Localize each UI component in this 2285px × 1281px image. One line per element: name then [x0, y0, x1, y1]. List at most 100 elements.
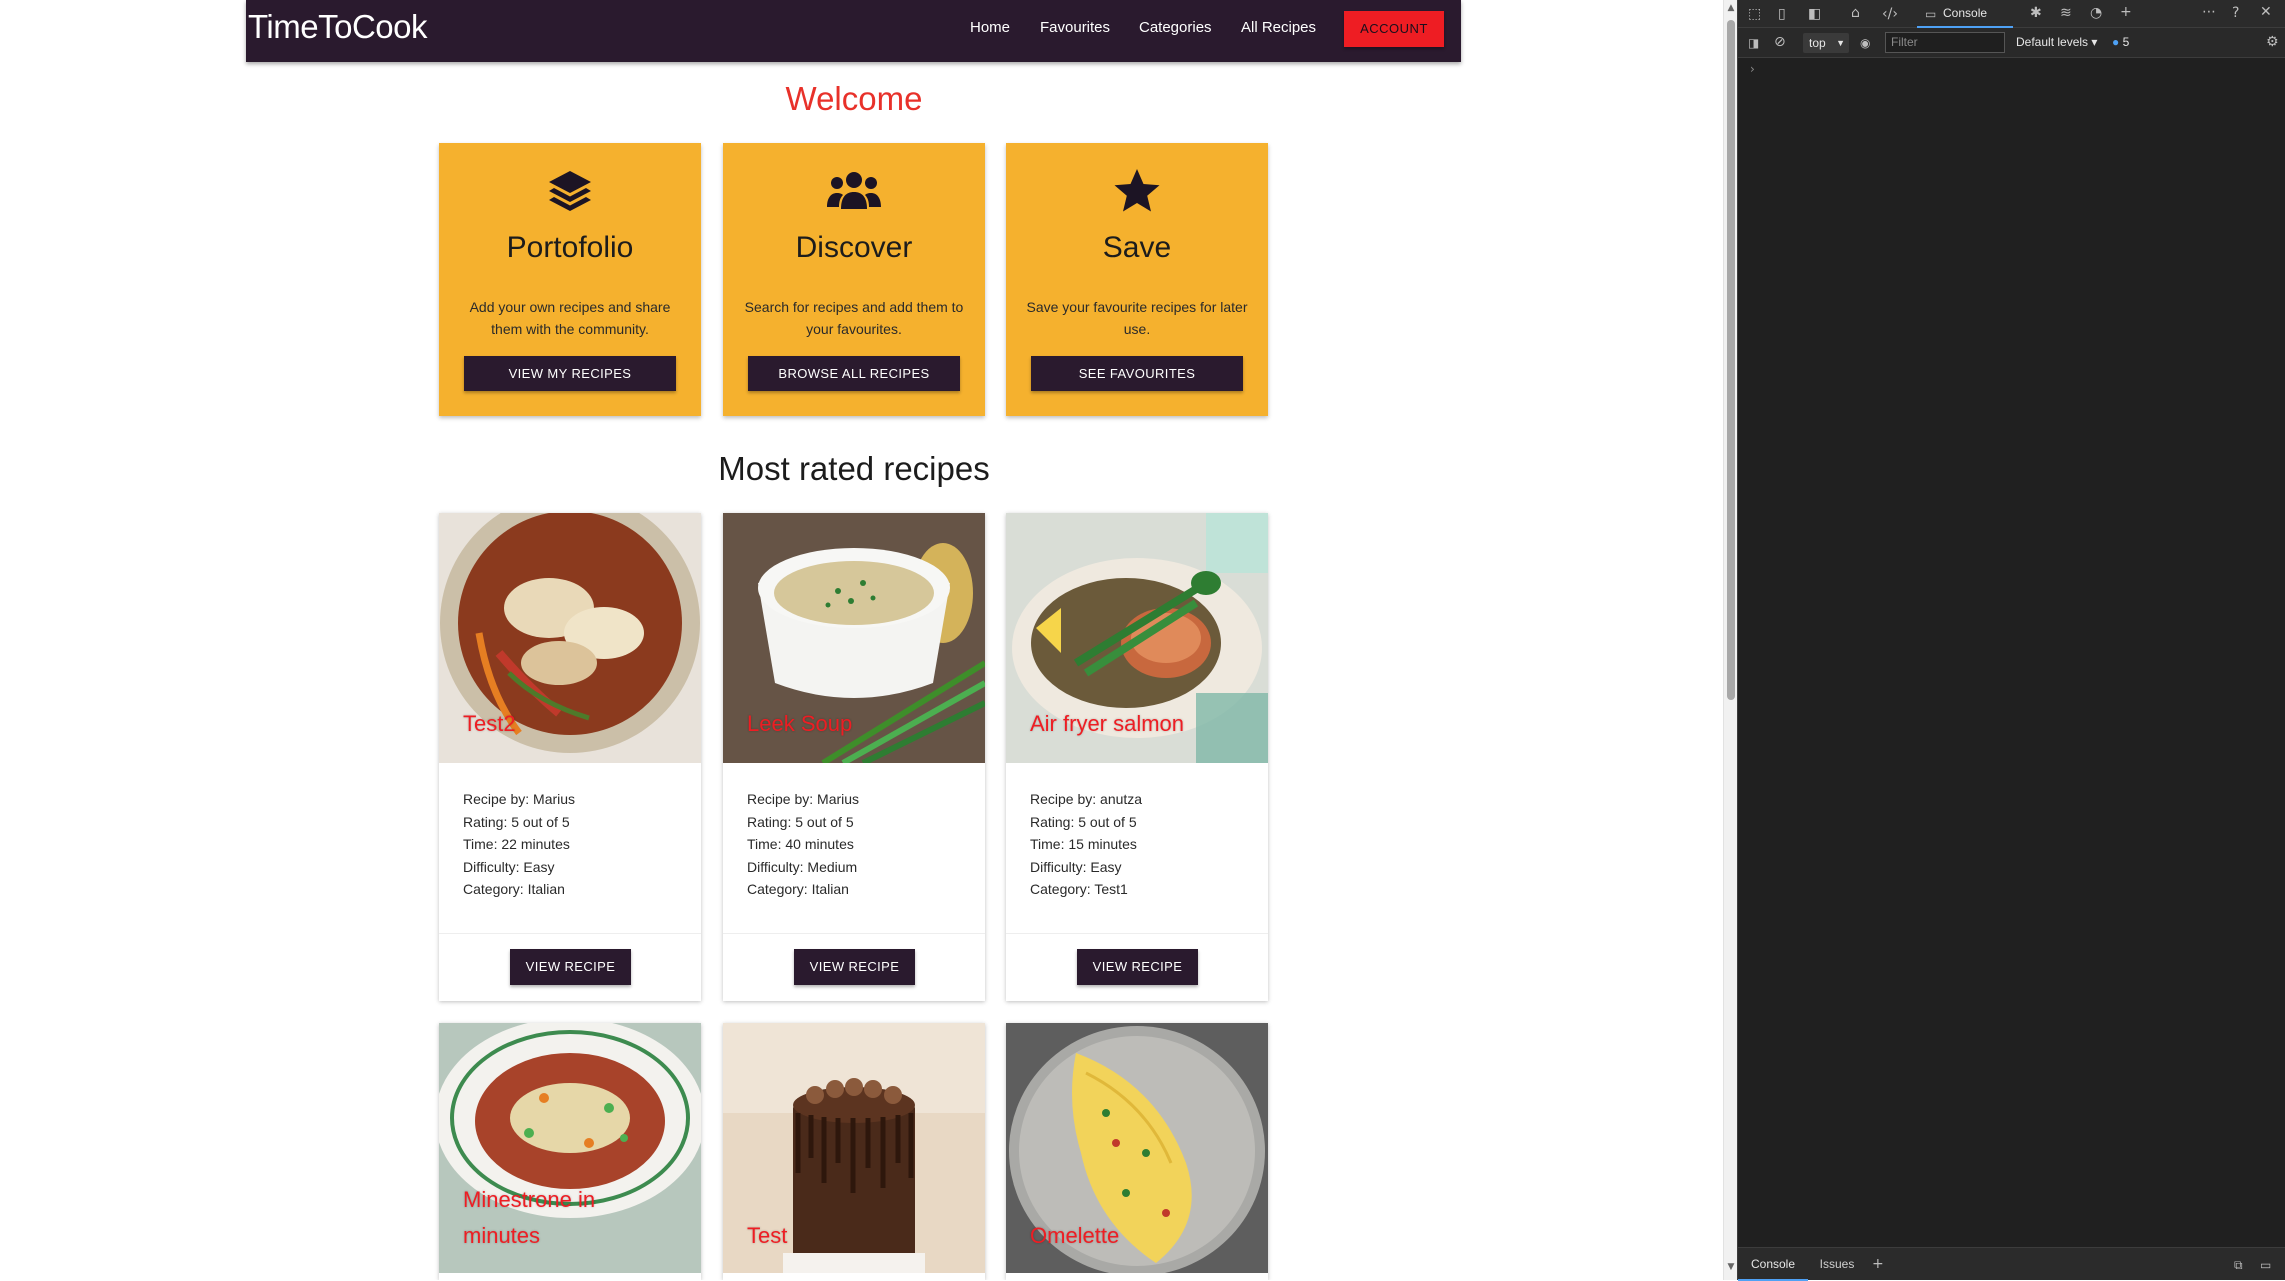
feature-card-portofolio: Portofolio Add your own recipes and shar… [439, 143, 701, 416]
bug-icon[interactable]: ✱ [2030, 6, 2042, 20]
recipe-difficulty: Difficulty: Medium [747, 858, 858, 875]
card-divider [439, 933, 701, 934]
drawer-tab-issues[interactable]: Issues [1812, 1248, 1862, 1281]
recipe-card: Omelette [1006, 1023, 1268, 1280]
tab-console[interactable]: ▭ Console [1917, 0, 2013, 28]
nav-all-recipes-link[interactable]: All Recipes [1241, 19, 1316, 36]
recipe-card: Air fryer salmon Recipe by: anutza Ratin… [1006, 513, 1268, 1001]
view-recipe-button[interactable]: VIEW RECIPE [794, 949, 915, 985]
help-icon[interactable]: ? [2232, 6, 2239, 20]
recipe-card: Test2 Recipe by: Marius Rating: 5 out of… [439, 513, 701, 1001]
recipe-time: Time: 15 minutes [1030, 836, 1137, 852]
console-prompt-icon[interactable]: › [1750, 62, 1755, 76]
sidebar-toggle-icon[interactable]: ◨ [1748, 36, 1759, 50]
recipe-rating: Rating: 5 out of 5 [747, 813, 854, 830]
settings-gear-icon[interactable]: ⚙ [2266, 35, 2279, 49]
log-levels-dropdown[interactable]: Default levels ▾ [2016, 35, 2097, 49]
message-count: 5 [2122, 35, 2130, 49]
performance-icon[interactable]: ◔ [2090, 6, 2102, 20]
recipe-category: Category: Italian [463, 881, 565, 897]
recipe-title: Air fryer salmon [1030, 711, 1185, 736]
console-toolbar: ◨ ⊘ top ▼ ◉ Filter Default levels ▾ ● 5 … [1738, 28, 2285, 58]
more-options-icon[interactable]: ⋯ [2202, 5, 2216, 19]
message-icon: ● [2112, 35, 2120, 49]
close-icon[interactable]: ✕ [2260, 5, 2272, 19]
dock-icon[interactable]: ◧ [1808, 7, 1821, 21]
recipe-info: Recipe by: Marius Rating: 5 out of 5 Tim… [747, 788, 859, 901]
recipe-card: Test [723, 1023, 985, 1280]
view-recipe-button[interactable]: VIEW RECIPE [510, 949, 631, 985]
recipe-info: Recipe by: Marius Rating: 5 out of 5 Tim… [463, 788, 575, 901]
recipe-category: Category: Test1 [1030, 881, 1128, 897]
feature-card-save: Save Save your favourite recipes for lat… [1006, 143, 1268, 416]
account-button[interactable]: ACCOUNT [1344, 11, 1444, 47]
drawer-tabbar: Console Issues + ⧉ ▭ [1738, 1247, 2285, 1281]
tab-console-label: Console [1943, 6, 1988, 20]
welcome-heading: Welcome [785, 80, 923, 117]
recipe-difficulty: Difficulty: Easy [1030, 858, 1122, 875]
console-icon: ▭ [1925, 7, 1937, 21]
brand-logo[interactable]: TimeToCook [248, 8, 428, 46]
card-divider [723, 933, 985, 934]
recipe-title: Test [747, 1223, 788, 1248]
page-scrollbar[interactable]: ▲ ▼ [1723, 0, 1737, 1280]
recipe-card: Leek Soup Recipe by: Marius Rating: 5 ou… [723, 513, 985, 1001]
recipe-card: Minestrone in minutes [439, 1023, 701, 1280]
nav-favourites-link[interactable]: Favourites [1040, 19, 1110, 36]
clear-console-icon[interactable]: ⊘ [1774, 35, 1786, 49]
drawer-tab-console[interactable]: Console [1738, 1248, 1808, 1281]
most-rated-heading: Most rated recipes [718, 450, 990, 487]
navbar: TimeToCook Home Favourites Categories Al… [246, 0, 1461, 62]
recipe-title: Leek Soup [747, 711, 853, 736]
feature-title: Save [1102, 231, 1172, 264]
feature-description: Add your own recipes and share them with… [469, 299, 671, 337]
device-emulation-icon[interactable]: ▯ [1778, 7, 1786, 21]
context-select[interactable]: top ▼ [1803, 33, 1849, 53]
dock-drawer-icon[interactable]: ⧉ [2234, 1258, 2243, 1272]
nav-categories-link[interactable]: Categories [1139, 19, 1212, 36]
recipe-difficulty: Difficulty: Easy [463, 858, 555, 875]
devtools-panel: ⬚ ▯ ◧ ⌂ ‹/› ▭ Console ✱ ≋ ◔ + ⋯ ? ✕ ◨ ⊘ … [1737, 0, 2285, 1281]
recipe-author: Recipe by: Marius [747, 791, 860, 807]
log-levels-label: Default levels [2016, 35, 2089, 49]
recipe-time: Time: 22 minutes [463, 836, 570, 852]
feature-description: Search for recipes and add them to your … [744, 299, 964, 337]
scroll-thumb[interactable] [1727, 20, 1735, 700]
add-tab-icon[interactable]: + [2120, 5, 2132, 19]
recipe-author: Recipe by: Marius [463, 791, 576, 807]
recipe-rating: Rating: 5 out of 5 [1030, 813, 1137, 830]
recipe-rating: Rating: 5 out of 5 [463, 813, 570, 830]
collapse-drawer-icon[interactable]: ▭ [2260, 1258, 2271, 1272]
recipe-category: Category: Italian [747, 881, 849, 897]
devtools-toolbar: ⬚ ▯ ◧ ⌂ ‹/› ▭ Console ✱ ≋ ◔ + ⋯ ? ✕ [1738, 0, 2285, 28]
view-my-recipes-button[interactable]: VIEW MY RECIPES [464, 356, 676, 391]
eye-icon[interactable]: ◉ [1860, 36, 1870, 50]
scroll-down-icon[interactable]: ▼ [1726, 1262, 1736, 1272]
recipe-time: Time: 40 minutes [747, 836, 854, 852]
messages-badge[interactable]: ● 5 [2112, 35, 2129, 49]
star-icon [1006, 163, 1268, 219]
wifi-icon[interactable]: ≋ [2060, 6, 2072, 20]
inspect-icon[interactable]: ⬚ [1748, 7, 1761, 21]
browse-all-recipes-button[interactable]: BROWSE ALL RECIPES [748, 356, 960, 391]
view-recipe-button[interactable]: VIEW RECIPE [1077, 949, 1198, 985]
feature-description: Save your favourite recipes for later us… [1026, 299, 1248, 337]
feature-title: Portofolio [506, 231, 634, 264]
layers-icon [439, 163, 701, 219]
recipe-author: Recipe by: anutza [1030, 791, 1143, 807]
scroll-up-icon[interactable]: ▲ [1726, 3, 1736, 13]
card-divider [1006, 933, 1268, 934]
feature-title: Discover [795, 231, 913, 264]
context-select-value: top [1809, 36, 1826, 50]
console-filter-input[interactable]: Filter [1885, 32, 2005, 53]
welcome-home-icon[interactable]: ⌂ [1851, 6, 1860, 20]
recipe-title: Test2 [463, 711, 516, 736]
see-favourites-button[interactable]: SEE FAVOURITES [1031, 356, 1243, 391]
elements-icon[interactable]: ‹/› [1882, 7, 1898, 21]
users-icon [723, 163, 985, 219]
recipe-info: Recipe by: anutza Rating: 5 out of 5 Tim… [1030, 788, 1142, 901]
recipe-title: Minestrone in minutes [463, 1187, 596, 1248]
add-drawer-tab-icon[interactable]: + [1872, 1257, 1884, 1271]
feature-card-discover: Discover Search for recipes and add them… [723, 143, 985, 416]
nav-home-link[interactable]: Home [970, 19, 1010, 36]
